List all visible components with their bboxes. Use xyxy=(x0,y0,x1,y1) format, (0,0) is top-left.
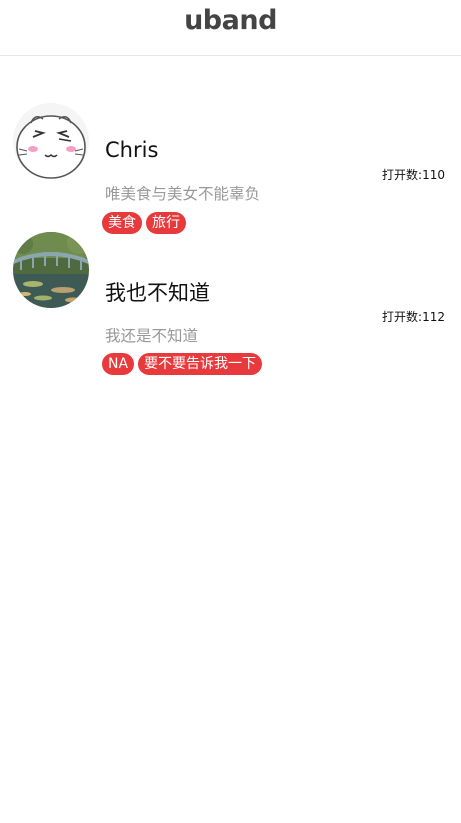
user-description: 我还是不知道 xyxy=(105,327,199,345)
user-name: Chris xyxy=(105,138,159,162)
user-card-chris[interactable]: Chris 打开数:110 唯美食与美女不能辜负 美食 旅行 xyxy=(0,56,461,234)
tag-list: NA 要不要告诉我一下 xyxy=(102,353,263,375)
cat-face-avatar[interactable] xyxy=(13,103,89,179)
uband-logo: uband xyxy=(184,5,277,36)
open-count: 打开数:112 xyxy=(382,310,445,324)
tag-badge[interactable]: NA xyxy=(102,353,135,375)
open-count: 打开数:110 xyxy=(382,168,445,182)
painting-bridge-avatar[interactable] xyxy=(13,232,89,308)
user-list: Chris 打开数:110 唯美食与美女不能辜负 美食 旅行 我也不知道 打开数… xyxy=(0,56,461,375)
user-name: 我也不知道 xyxy=(105,281,210,305)
app-header: uband xyxy=(0,0,461,56)
user-card-wo-ye-bu-zhi-dao[interactable]: 我也不知道 打开数:112 我还是不知道 NA 要不要告诉我一下 xyxy=(0,199,461,375)
tag-badge[interactable]: 要不要告诉我一下 xyxy=(138,353,263,375)
